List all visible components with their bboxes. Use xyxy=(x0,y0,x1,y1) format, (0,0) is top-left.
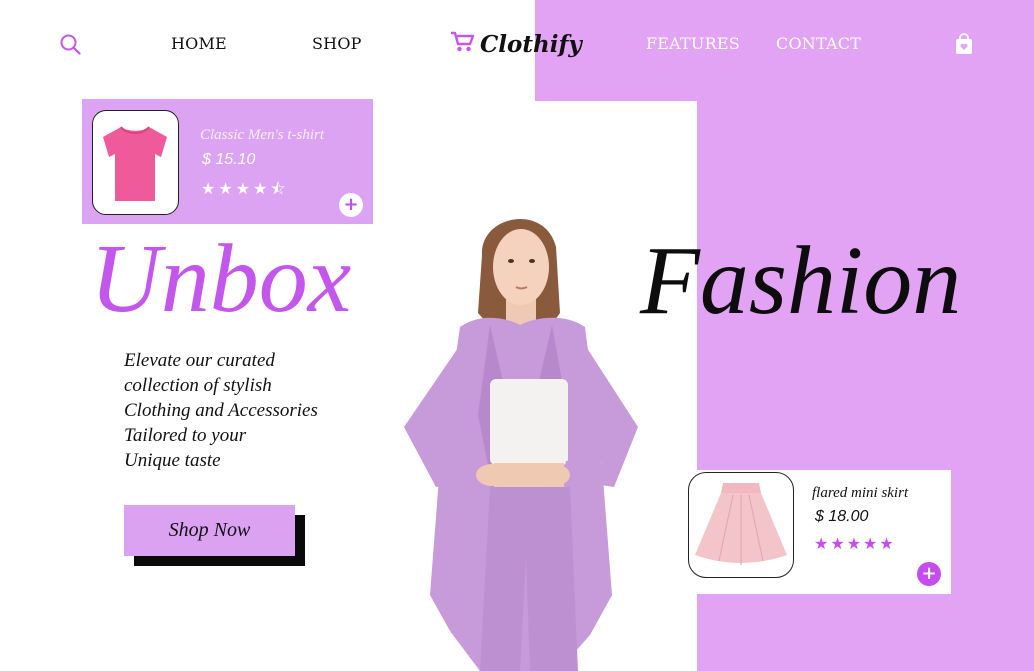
hero-word-unbox: Unbox xyxy=(90,225,352,333)
nav-features[interactable]: FEATURES xyxy=(646,34,740,53)
add-to-cart-button[interactable]: + xyxy=(917,562,941,586)
product-price: $ 18.00 xyxy=(815,508,869,525)
product-name: flared mini skirt xyxy=(812,485,909,501)
product-card-tshirt[interactable]: Classic Men's t-shirt $ 15.10 ★★★★⯪ + xyxy=(82,99,373,224)
nav-shop[interactable]: SHOP xyxy=(312,34,362,53)
product-price: $ 15.10 xyxy=(202,151,256,168)
nav-contact[interactable]: CONTACT xyxy=(776,34,861,53)
cart-logo-icon xyxy=(450,30,476,59)
hero-model-image xyxy=(404,219,638,671)
rating-stars: ★★★★★ xyxy=(814,536,896,553)
nav-home[interactable]: HOME xyxy=(171,34,227,53)
shopping-bag-icon[interactable] xyxy=(955,33,973,60)
hero-word-fashion: Fashion xyxy=(640,227,962,335)
product-image-skirt xyxy=(688,472,794,578)
search-icon[interactable] xyxy=(59,33,83,62)
rating-stars: ★★★★⯪ xyxy=(201,181,289,198)
shop-now-button[interactable]: Shop Now xyxy=(124,505,295,556)
product-image-tshirt xyxy=(92,110,179,215)
product-card-skirt[interactable]: flared mini skirt $ 18.00 ★★★★★ + xyxy=(661,470,951,594)
brand-name: Clothify xyxy=(480,31,582,58)
product-name: Classic Men's t-shirt xyxy=(200,127,325,143)
brand-logo[interactable]: Clothify xyxy=(450,30,582,59)
